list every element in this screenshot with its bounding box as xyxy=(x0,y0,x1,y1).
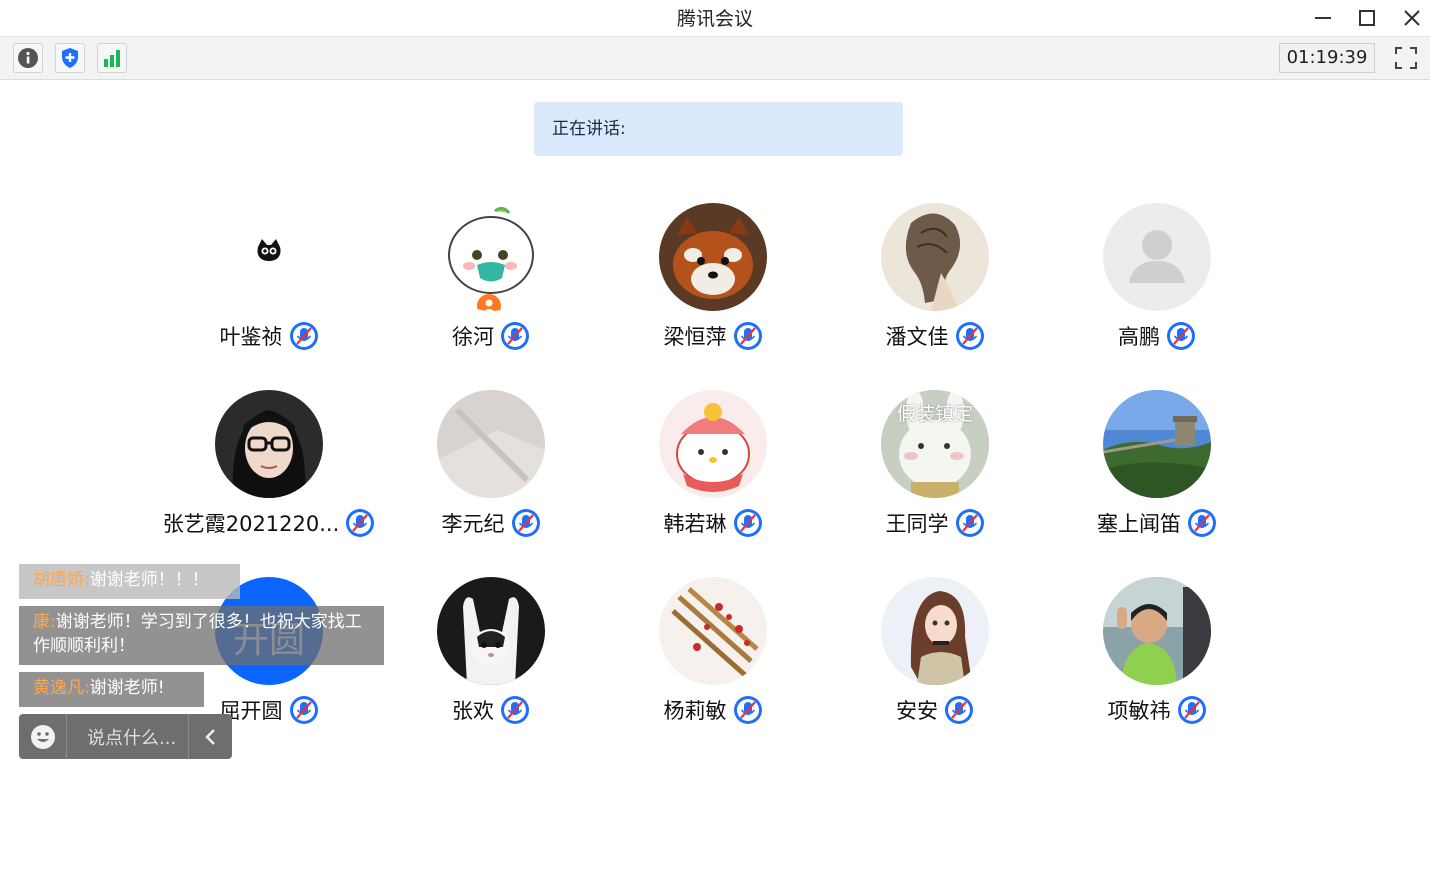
title-bar: 腾讯会议 xyxy=(0,0,1430,37)
avatar xyxy=(437,577,545,685)
shield-icon xyxy=(62,48,78,68)
chat-input[interactable]: 说点什么... xyxy=(67,724,188,750)
security-button[interactable] xyxy=(55,43,85,73)
participant-tile[interactable]: 高鹏 xyxy=(1046,203,1268,363)
participant-tile[interactable]: 张艺霞2021220... xyxy=(158,390,380,550)
participant-tile[interactable]: 徐河 xyxy=(380,203,602,363)
participant-name: 杨莉敏 xyxy=(663,699,727,723)
mic-muted-icon xyxy=(345,508,375,538)
participant-tile[interactable]: 项敏祎 xyxy=(1046,577,1268,737)
mic-muted-icon xyxy=(500,321,530,351)
participant-tile[interactable]: 韩若琳 xyxy=(602,390,824,550)
mic-muted-icon xyxy=(733,508,763,538)
participant-name: 塞上闻笛 xyxy=(1097,512,1181,536)
chevron-left-icon xyxy=(204,728,215,745)
participant-tile[interactable]: 梁恒萍 xyxy=(602,203,824,363)
participant-name: 项敏祎 xyxy=(1107,699,1171,723)
mic-muted-icon xyxy=(955,508,985,538)
mic-muted-icon xyxy=(733,695,763,725)
avatar xyxy=(215,390,323,498)
emoji-icon[interactable] xyxy=(19,714,67,759)
avatar xyxy=(1103,203,1211,311)
signal-bars-icon xyxy=(104,50,120,67)
mic-muted-icon xyxy=(944,695,974,725)
avatar xyxy=(881,203,989,311)
participant-name: 梁恒萍 xyxy=(663,325,727,349)
mic-muted-icon xyxy=(289,321,319,351)
chat-input-bar: 说点什么... xyxy=(19,714,232,759)
participant-tile[interactable]: 李元纪 xyxy=(380,390,602,550)
chat-message: 黄逸凡:谢谢老师! xyxy=(19,672,204,707)
speaking-indicator: 正在讲话: xyxy=(534,102,903,156)
chat-message: 胡唐娇:谢谢老师！！！ xyxy=(19,564,240,599)
mic-muted-icon xyxy=(1187,508,1217,538)
avatar xyxy=(1103,577,1211,685)
participant-tile[interactable]: 杨莉敏 xyxy=(602,577,824,737)
chat-message: 康:谢谢老师！学习到了很多！也祝大家找工作顺顺利利！ xyxy=(19,606,384,665)
avatar xyxy=(659,203,767,311)
window-title: 腾讯会议 xyxy=(676,8,753,30)
avatar xyxy=(659,577,767,685)
default-avatar-icon xyxy=(1103,203,1211,311)
avatar xyxy=(659,390,767,498)
chat-sender: 胡唐娇: xyxy=(33,570,90,590)
maximize-icon[interactable] xyxy=(1355,6,1379,30)
avatar: 假装镇定 xyxy=(881,390,989,498)
participant-name: 张欢 xyxy=(452,699,494,723)
participant-tile[interactable]: 张欢 xyxy=(380,577,602,737)
avatar xyxy=(881,577,989,685)
fullscreen-icon xyxy=(1395,47,1417,69)
mic-muted-icon xyxy=(955,321,985,351)
chat-overlay: 胡唐娇:谢谢老师！！！ 康:谢谢老师！学习到了很多！也祝大家找工作顺顺利利！ 黄… xyxy=(19,564,399,764)
chat-text: 谢谢老师！！！ xyxy=(89,570,209,590)
avatar xyxy=(437,203,545,311)
participant-tile[interactable]: 假装镇定 王同学 xyxy=(824,390,1046,550)
chat-sender: 黄逸凡: xyxy=(33,678,90,698)
participant-tile[interactable]: 安安 xyxy=(824,577,1046,737)
participant-tile[interactable]: 塞上闻笛 xyxy=(1046,390,1268,550)
participant-tile[interactable]: 叶鉴祯 xyxy=(158,203,380,363)
network-quality-button[interactable] xyxy=(97,43,127,73)
info-icon xyxy=(18,48,38,68)
mic-muted-icon xyxy=(500,695,530,725)
mic-muted-icon xyxy=(1177,695,1207,725)
participant-name: 张艺霞2021220... xyxy=(162,512,340,536)
chat-text: 谢谢老师！学习到了很多！也祝大家找工作顺顺利利！ xyxy=(33,612,362,656)
participant-name: 叶鉴祯 xyxy=(219,325,283,349)
meeting-info-button[interactable] xyxy=(13,43,43,73)
participant-tile[interactable]: 潘文佳 xyxy=(824,203,1046,363)
fullscreen-button[interactable] xyxy=(1391,43,1421,73)
chat-sender: 康: xyxy=(33,612,56,632)
participant-name: 王同学 xyxy=(885,512,949,536)
collapse-chat-button[interactable] xyxy=(188,714,232,759)
participant-name: 李元纪 xyxy=(441,512,505,536)
participant-name: 潘文佳 xyxy=(885,325,949,349)
chat-text: 谢谢老师! xyxy=(89,678,165,698)
participant-name: 徐河 xyxy=(452,325,494,349)
toolbar: 01:19:39 xyxy=(0,37,1430,80)
meeting-timer: 01:19:39 xyxy=(1279,43,1375,73)
participant-name: 韩若琳 xyxy=(663,512,727,536)
minimize-icon[interactable] xyxy=(1311,6,1335,30)
mic-muted-icon xyxy=(733,321,763,351)
avatar-text: 假装镇定 xyxy=(896,403,973,425)
avatar xyxy=(437,390,545,498)
participant-name: 安安 xyxy=(896,699,938,723)
mic-muted-icon xyxy=(1166,321,1196,351)
close-icon[interactable] xyxy=(1400,6,1424,30)
participant-name: 高鹏 xyxy=(1118,325,1160,349)
avatar xyxy=(1103,390,1211,498)
avatar xyxy=(215,203,323,311)
mic-muted-icon xyxy=(511,508,541,538)
